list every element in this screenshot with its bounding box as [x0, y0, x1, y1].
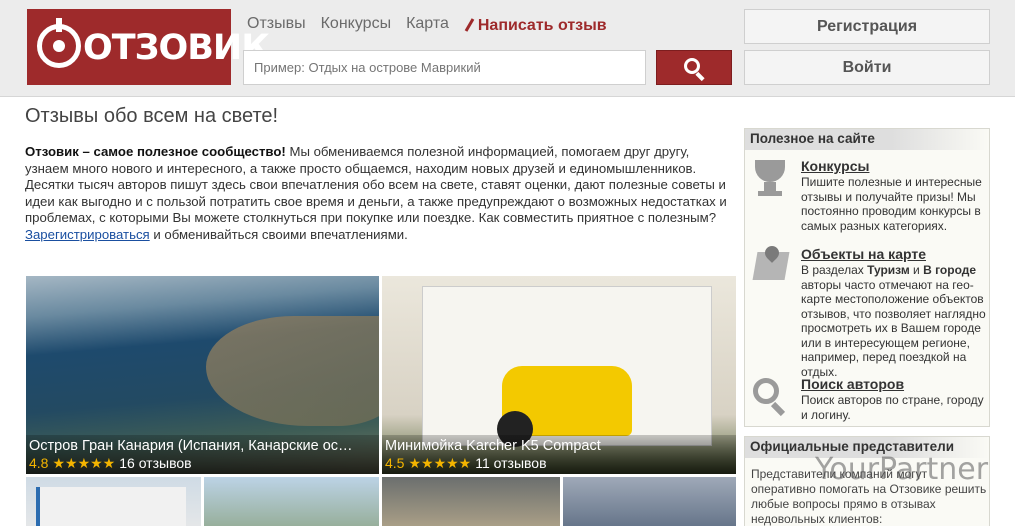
tile-title: Остров Гран Канария (Испания, Канарские …: [29, 438, 353, 454]
map-icon: [751, 243, 791, 286]
site-header: ОТЗОВИК Отзывы Конкурсы Карта Написать о…: [0, 0, 1015, 97]
map-text-mid: и: [909, 263, 924, 277]
useful-sidebar-title: Полезное на сайте: [745, 129, 989, 150]
sidebar-item-contests: Конкурсы Пишите полезные и интересные от…: [751, 158, 987, 233]
magnifier-icon: [751, 376, 791, 417]
intro-bold: Отзовик – самое полезное сообщество!: [25, 144, 286, 159]
map-text-post: авторы часто отмечают на гео-карте место…: [801, 277, 986, 379]
map-objects-description: В разделах Туризм и В городе авторы част…: [801, 263, 987, 379]
register-button[interactable]: Регистрация: [744, 9, 990, 44]
contests-link[interactable]: Конкурсы: [801, 158, 869, 174]
search-button[interactable]: [656, 50, 732, 85]
register-link[interactable]: Зарегистрироваться: [25, 227, 150, 242]
magnifier-lens: [753, 378, 779, 404]
intro-tail: и обменивайться своими впечатлениями.: [149, 226, 408, 242]
intro-paragraph: Отзовик – самое полезное сообщество! Мы …: [25, 144, 730, 243]
watermark: YourPartner: [815, 452, 989, 487]
tile-meta: 4.5 ★★★★★ 11 отзывов: [385, 455, 733, 471]
review-tile-3[interactable]: [26, 477, 201, 526]
write-review-label: Написать отзыв: [477, 17, 607, 34]
review-tile-4[interactable]: [204, 477, 379, 526]
tile-title: Минимойка Karcher K5 Compact: [385, 438, 601, 454]
nav-contests[interactable]: Конкурсы: [321, 15, 391, 37]
main-nav: Отзывы Конкурсы Карта Написать отзыв: [247, 15, 607, 37]
logo-text: ОТЗОВИК: [83, 28, 270, 68]
tile-rating: 4.5: [385, 455, 405, 471]
map-text-in-city: В городе: [923, 263, 977, 277]
map-objects-link[interactable]: Объекты на карте: [801, 246, 926, 262]
search-icon-handle: [695, 71, 705, 82]
magnifier-handle: [770, 401, 786, 417]
trophy-cup: [755, 160, 785, 182]
sidebar-item-author-search: Поиск авторов Поиск авторов по стране, г…: [751, 376, 987, 422]
review-tile-karcher[interactable]: Минимойка Karcher K5 Compact 4.5 ★★★★★ 1…: [382, 276, 736, 474]
tile-review-count: 16 отзывов: [119, 455, 192, 471]
author-search-description: Поиск авторов по стране, городу и логину…: [801, 393, 984, 422]
nav-map[interactable]: Карта: [406, 15, 449, 37]
map-text-tourism: Туризм: [867, 263, 910, 277]
page-title: Отзывы обо всем на свете!: [25, 105, 279, 127]
star-rating-icon: ★★★★★: [408, 455, 472, 471]
map-text-pre: В разделах: [801, 263, 868, 277]
review-tile-5[interactable]: [382, 477, 560, 526]
author-search-link[interactable]: Поиск авторов: [801, 376, 904, 392]
review-tile-6[interactable]: [563, 477, 736, 526]
trophy-icon: [751, 158, 791, 198]
pencil-icon: [464, 18, 474, 34]
tile-caption: Минимойка Karcher K5 Compact 4.5 ★★★★★ 1…: [382, 435, 736, 474]
site-logo[interactable]: ОТЗОВИК: [27, 9, 270, 85]
contests-description: Пишите полезные и интересные отзывы и по…: [801, 175, 982, 233]
star-rating-icon: ★★★★★: [52, 455, 116, 471]
tile-meta: 4.8 ★★★★★ 16 отзывов: [29, 455, 376, 471]
tile-photo: [206, 316, 379, 426]
logo-mark-icon: [37, 18, 81, 68]
nav-reviews[interactable]: Отзывы: [247, 15, 306, 37]
useful-sidebar: Полезное на сайте Конкурсы Пишите полезн…: [744, 128, 990, 427]
tile-photo: [36, 487, 186, 526]
tile-review-count: 11 отзывов: [475, 455, 547, 471]
tile-caption: Остров Гран Канария (Испания, Канарские …: [26, 435, 379, 474]
trophy-base: [758, 191, 782, 196]
login-button[interactable]: Войти: [744, 50, 990, 85]
tile-rating: 4.8: [29, 455, 49, 471]
review-tile-gran-canaria[interactable]: Остров Гран Канария (Испания, Канарские …: [26, 276, 379, 474]
search-input[interactable]: [243, 50, 646, 85]
write-review-link[interactable]: Написать отзыв: [464, 15, 607, 37]
sidebar-item-map: Объекты на карте В разделах Туризм и В г…: [751, 243, 987, 379]
